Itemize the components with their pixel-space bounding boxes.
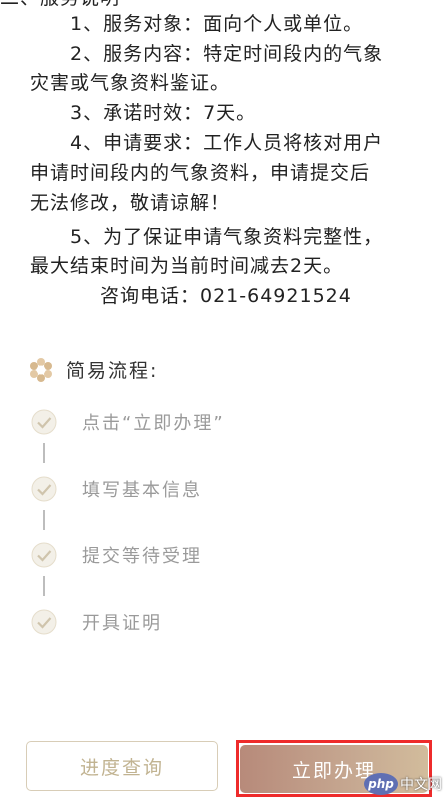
notice-line: 3、承诺时效：7天。 — [70, 102, 257, 124]
flow-header: 简易流程: — [28, 356, 158, 383]
flow-step-label: 提交等待受理 — [82, 546, 202, 567]
flow-step: 提交等待受理 — [30, 540, 202, 570]
flow-step-label: 点击“立即办理” — [82, 413, 225, 434]
notice-line: 最大结束时间为当前时间减去2天。 — [30, 255, 344, 277]
check-circle-icon — [31, 409, 57, 435]
flow-step-label: 开具证明 — [82, 613, 162, 634]
flow-step: 开具证明 — [30, 607, 162, 637]
php-logo: php — [364, 773, 398, 795]
step-connector — [43, 576, 45, 596]
flow-step: 点击“立即办理” — [30, 407, 225, 437]
watermark: php 中文网 — [364, 773, 442, 795]
notice-line: 申请时间段内的气象资料，申请提交后 — [30, 162, 371, 184]
notice-line: 5、为了保证申请气象资料完整性， — [70, 226, 384, 248]
notice-phone: 咨询电话：021-64921524 — [100, 285, 352, 307]
flow-step-label: 填写基本信息 — [82, 480, 202, 501]
notice-line: 2、服务内容：特定时间段内的气象 — [70, 43, 384, 65]
flower-icon — [30, 357, 52, 382]
progress-query-button[interactable]: 进度查询 — [26, 741, 218, 791]
notice-line: 无法修改，敬请谅解！ — [30, 192, 231, 214]
check-circle-icon — [31, 609, 57, 635]
notice-line-heading: 二、服务说明 — [0, 0, 444, 10]
flow-step: 填写基本信息 — [30, 474, 202, 504]
step-connector — [43, 510, 45, 530]
step-connector — [43, 443, 45, 463]
check-circle-icon — [31, 476, 57, 502]
notice-line: 灾害或气象资料鉴证。 — [30, 72, 231, 94]
notice-line: 4、申请要求：工作人员将核对用户 — [70, 132, 384, 154]
notice-line: 1、服务对象：面向个人或单位。 — [70, 13, 364, 35]
flow-title: 简易流程: — [66, 360, 159, 382]
check-circle-icon — [31, 542, 57, 568]
watermark-text: 中文网 — [400, 777, 442, 793]
